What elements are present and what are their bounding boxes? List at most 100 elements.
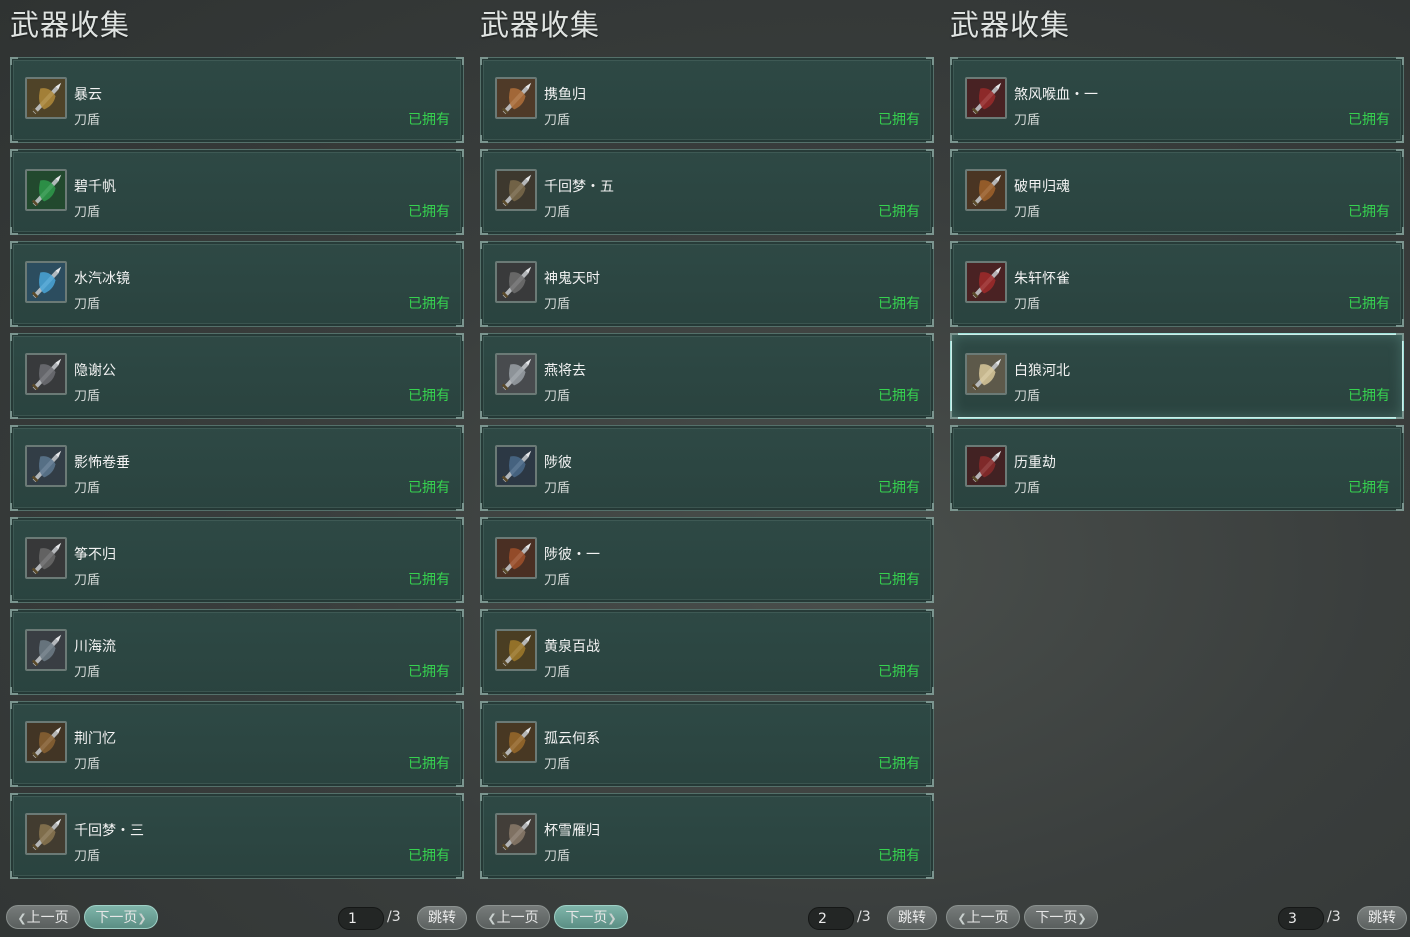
weapon-type: 刀盾: [544, 205, 571, 220]
next-page-button[interactable]: 下一页❯: [84, 905, 158, 929]
weapon-card[interactable]: 影怖卷垂 刀盾 已拥有: [10, 425, 464, 511]
owned-status: 已拥有: [878, 112, 920, 128]
weapon-card[interactable]: 破甲归魂刀盾 已拥有: [950, 149, 1404, 235]
weapon-name: 碧千帆: [74, 179, 116, 195]
weapon-card[interactable]: 水汽冰镜 刀盾 已拥有: [10, 241, 464, 327]
weapon-name: 荆门忆: [74, 731, 116, 747]
weapon-type: 刀盾: [74, 481, 101, 496]
weapon-card[interactable]: 携鱼归刀盾 已拥有: [480, 57, 934, 143]
weapon-type: 刀盾: [544, 389, 571, 404]
owned-status: 已拥有: [408, 572, 450, 588]
weapon-card[interactable]: 荆门忆 刀盾 已拥有: [10, 701, 464, 787]
owned-status: 已拥有: [878, 388, 920, 404]
weapon-name: 孤云何系: [544, 731, 600, 747]
owned-status: 已拥有: [878, 204, 920, 220]
owned-status: 已拥有: [878, 480, 920, 496]
weapon-card[interactable]: 神鬼天时 刀盾 已拥有: [480, 241, 934, 327]
weapon-icon: [495, 721, 537, 763]
owned-status: 已拥有: [878, 296, 920, 312]
prev-page-button[interactable]: ❮上一页: [6, 905, 80, 929]
weapon-name: 历重劫: [1014, 455, 1056, 471]
owned-status: 已拥有: [408, 480, 450, 496]
weapon-icon: [25, 721, 67, 763]
weapon-name: 煞风喉血・一: [1014, 87, 1098, 103]
jump-button[interactable]: 跳转: [417, 906, 467, 930]
weapon-card[interactable]: 孤云何系 刀盾 已拥有: [480, 701, 934, 787]
weapon-card[interactable]: 陟彼・一 刀盾 已拥有: [480, 517, 934, 603]
weapon-card[interactable]: 历重劫 刀盾 已拥有: [950, 425, 1404, 511]
next-page-button[interactable]: 下一页❯: [1024, 905, 1098, 929]
weapon-type: 刀盾: [544, 113, 571, 128]
weapon-card[interactable]: 煞风喉血・一 刀盾 已拥有: [950, 57, 1404, 143]
weapon-card[interactable]: 白狼河北 刀盾 已拥有: [950, 333, 1404, 419]
weapon-icon: [495, 169, 537, 211]
page-number-input[interactable]: 1: [338, 907, 384, 930]
weapon-type: 刀盾: [74, 757, 101, 772]
weapon-type: 刀盾: [1014, 297, 1041, 312]
weapon-card[interactable]: 碧千帆 刀盾 已拥有: [10, 149, 464, 235]
jump-button[interactable]: 跳转: [1357, 906, 1407, 930]
prev-page-label: 上一页: [496, 910, 539, 926]
next-page-button[interactable]: 下一页❯: [554, 905, 628, 929]
weapon-icon: [25, 353, 67, 395]
prev-page-label: 上一页: [26, 910, 69, 926]
prev-page-button[interactable]: ❮上一页: [476, 905, 550, 929]
panel-title: 武器收集: [10, 8, 131, 42]
owned-status: 已拥有: [878, 848, 920, 864]
weapon-name: 陟彼・一: [544, 547, 600, 563]
weapon-icon: [965, 445, 1007, 487]
weapon-card[interactable]: 筝不归 刀盾 已拥有: [10, 517, 464, 603]
weapon-type: 刀盾: [1014, 481, 1041, 496]
jump-button[interactable]: 跳转: [887, 906, 937, 930]
weapon-card[interactable]: 暴云刀盾 已拥有: [10, 57, 464, 143]
prev-page-button[interactable]: ❮上一页: [946, 905, 1020, 929]
weapon-card[interactable]: 川海流 刀盾 已拥有: [10, 609, 464, 695]
weapon-card[interactable]: 黄泉百战 刀盾 已拥有: [480, 609, 934, 695]
owned-status: 已拥有: [408, 388, 450, 404]
weapon-icon: [495, 629, 537, 671]
owned-status: 已拥有: [408, 204, 450, 220]
weapon-icon: [965, 169, 1007, 211]
owned-status: 已拥有: [1348, 296, 1390, 312]
prev-page-label: 上一页: [966, 910, 1009, 926]
weapon-type: 刀盾: [74, 665, 101, 680]
weapon-icon: [25, 445, 67, 487]
weapon-icon: [495, 537, 537, 579]
page-number-input[interactable]: 2: [808, 907, 854, 930]
weapon-name: 携鱼归: [544, 87, 586, 103]
weapon-name: 白狼河北: [1014, 363, 1070, 379]
weapon-icon: [25, 629, 67, 671]
weapon-card[interactable]: 千回梦・五刀盾 已拥有: [480, 149, 934, 235]
chevron-left-icon: ❮: [17, 912, 27, 925]
owned-status: 已拥有: [408, 296, 450, 312]
weapon-card[interactable]: 燕将去 刀盾 已拥有: [480, 333, 934, 419]
weapon-card[interactable]: 杯雪雁归 刀盾 已拥有: [480, 793, 934, 879]
weapon-icon: [965, 353, 1007, 395]
weapon-type: 刀盾: [1014, 389, 1041, 404]
owned-status: 已拥有: [408, 848, 450, 864]
weapon-name: 暴云: [74, 87, 102, 103]
weapon-card[interactable]: 朱轩怀雀 刀盾 已拥有: [950, 241, 1404, 327]
weapon-name: 千回梦・五: [544, 179, 614, 195]
weapon-type: 刀盾: [544, 849, 571, 864]
weapon-icon: [495, 77, 537, 119]
weapon-card[interactable]: 千回梦・三 刀盾 已拥有: [10, 793, 464, 879]
weapon-name: 破甲归魂: [1014, 179, 1070, 195]
weapon-card[interactable]: 隐谢公 刀盾 已拥有: [10, 333, 464, 419]
page-total: /3: [387, 909, 401, 925]
chevron-right-icon: ❯: [607, 912, 617, 925]
owned-status: 已拥有: [408, 112, 450, 128]
page-total: /3: [1327, 909, 1341, 925]
weapon-card[interactable]: 陟彼 刀盾 已拥有: [480, 425, 934, 511]
owned-status: 已拥有: [408, 664, 450, 680]
weapon-icon: [495, 445, 537, 487]
weapon-type: 刀盾: [1014, 205, 1041, 220]
owned-status: 已拥有: [1348, 204, 1390, 220]
page-number-input[interactable]: 3: [1278, 907, 1324, 930]
weapon-icon: [495, 353, 537, 395]
next-page-label: 下一页: [1035, 910, 1078, 926]
weapon-type: 刀盾: [74, 113, 101, 128]
owned-status: 已拥有: [878, 572, 920, 588]
weapon-icon: [25, 537, 67, 579]
panel-title: 武器收集: [480, 8, 601, 42]
